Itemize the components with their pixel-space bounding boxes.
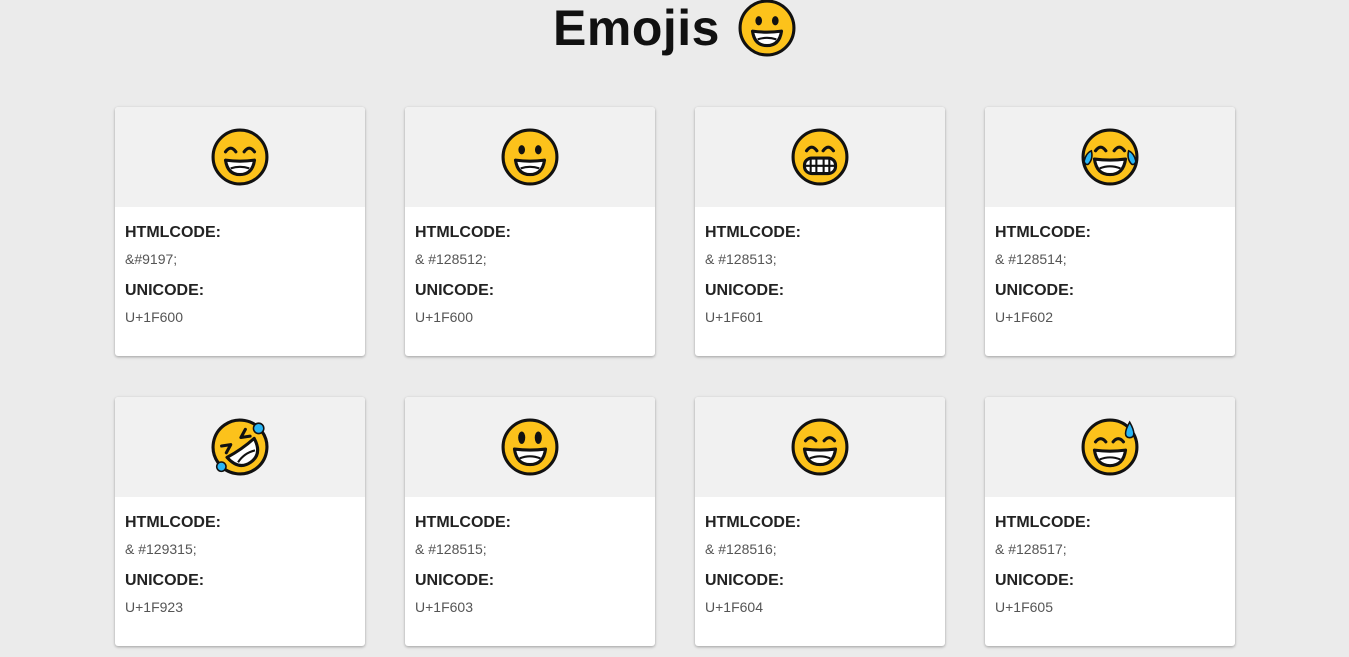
- card-body: HTMLCODE: &#9197; UNICODE: U+1F600: [115, 207, 365, 326]
- emoji-grid: HTMLCODE: &#9197; UNICODE: U+1F600 HTMLC…: [115, 107, 1235, 646]
- card-icon-area: [695, 397, 945, 497]
- unicode-label: UNICODE:: [995, 572, 1075, 589]
- htmlcode-label: HTMLCODE:: [125, 514, 221, 531]
- htmlcode-value: & #128513;: [705, 251, 777, 267]
- card-body: HTMLCODE: & #128515; UNICODE: U+1F603: [405, 497, 655, 616]
- card-body: HTMLCODE: & #129315; UNICODE: U+1F923: [115, 497, 365, 616]
- htmlcode-value: & #129315;: [125, 541, 197, 557]
- htmlcode-value: & #128516;: [705, 541, 777, 557]
- unicode-value: U+1F601: [705, 309, 763, 325]
- htmlcode-label: HTMLCODE:: [705, 224, 801, 241]
- emoji-card[interactable]: HTMLCODE: & #128515; UNICODE: U+1F603: [405, 397, 655, 646]
- emoji-card[interactable]: HTMLCODE: & #128514; UNICODE: U+1F602: [985, 107, 1235, 356]
- htmlcode-label: HTMLCODE:: [125, 224, 221, 241]
- card-icon-area: [405, 107, 655, 207]
- unicode-value: U+1F602: [995, 309, 1053, 325]
- smiling-face-with-smiling-eyes-icon: [211, 128, 269, 186]
- card-icon-area: [985, 107, 1235, 207]
- card-icon-area: [985, 397, 1235, 497]
- card-body: HTMLCODE: & #128512; UNICODE: U+1F600: [405, 207, 655, 326]
- unicode-value: U+1F603: [415, 599, 473, 615]
- unicode-value: U+1F923: [125, 599, 183, 615]
- card-body: HTMLCODE: & #128514; UNICODE: U+1F602: [985, 207, 1235, 326]
- card-body: HTMLCODE: & #128516; UNICODE: U+1F604: [695, 497, 945, 616]
- emoji-card[interactable]: HTMLCODE: & #128517; UNICODE: U+1F605: [985, 397, 1235, 646]
- emoji-card[interactable]: HTMLCODE: & #129315; UNICODE: U+1F923: [115, 397, 365, 646]
- card-icon-area: [115, 107, 365, 207]
- card-body: HTMLCODE: & #128513; UNICODE: U+1F601: [695, 207, 945, 326]
- grinning-face-icon: [738, 0, 796, 57]
- unicode-value: U+1F605: [995, 599, 1053, 615]
- unicode-label: UNICODE:: [415, 572, 495, 589]
- htmlcode-value: & #128514;: [995, 251, 1067, 267]
- unicode-label: UNICODE:: [705, 282, 785, 299]
- emoji-card[interactable]: HTMLCODE: &#9197; UNICODE: U+1F600: [115, 107, 365, 356]
- unicode-label: UNICODE:: [415, 282, 495, 299]
- unicode-label: UNICODE:: [125, 282, 205, 299]
- htmlcode-label: HTMLCODE:: [995, 224, 1091, 241]
- grinning-face-icon: [501, 128, 559, 186]
- page-header: Emojis: [0, 0, 1349, 57]
- htmlcode-value: & #128515;: [415, 541, 487, 557]
- htmlcode-value: &#9197;: [125, 251, 178, 267]
- grinning-face-with-teeth-icon: [791, 128, 849, 186]
- grinning-face-with-sweat-icon: [1081, 418, 1139, 476]
- grinning-face-with-smiling-eyes-icon: [791, 418, 849, 476]
- title-wrap: Emojis: [553, 0, 796, 57]
- emoji-card[interactable]: HTMLCODE: & #128516; UNICODE: U+1F604: [695, 397, 945, 646]
- emoji-page: Emojis HTMLCODE: &#9197; UNICODE: U+1F60…: [0, 0, 1349, 657]
- htmlcode-value: & #128512;: [415, 251, 487, 267]
- htmlcode-label: HTMLCODE:: [995, 514, 1091, 531]
- unicode-label: UNICODE:: [705, 572, 785, 589]
- emoji-card[interactable]: HTMLCODE: & #128512; UNICODE: U+1F600: [405, 107, 655, 356]
- grinning-face-with-big-eyes-icon: [501, 418, 559, 476]
- unicode-value: U+1F604: [705, 599, 763, 615]
- htmlcode-label: HTMLCODE:: [415, 224, 511, 241]
- unicode-label: UNICODE:: [125, 572, 205, 589]
- page-title: Emojis: [553, 0, 720, 56]
- card-icon-area: [115, 397, 365, 497]
- htmlcode-label: HTMLCODE:: [705, 514, 801, 531]
- card-body: HTMLCODE: & #128517; UNICODE: U+1F605: [985, 497, 1235, 616]
- htmlcode-value: & #128517;: [995, 541, 1067, 557]
- unicode-value: U+1F600: [125, 309, 183, 325]
- unicode-value: U+1F600: [415, 309, 473, 325]
- rolling-on-the-floor-laughing-icon: [211, 418, 269, 476]
- emoji-card[interactable]: HTMLCODE: & #128513; UNICODE: U+1F601: [695, 107, 945, 356]
- unicode-label: UNICODE:: [995, 282, 1075, 299]
- htmlcode-label: HTMLCODE:: [415, 514, 511, 531]
- face-with-tears-of-joy-icon: [1081, 128, 1139, 186]
- card-icon-area: [695, 107, 945, 207]
- card-icon-area: [405, 397, 655, 497]
